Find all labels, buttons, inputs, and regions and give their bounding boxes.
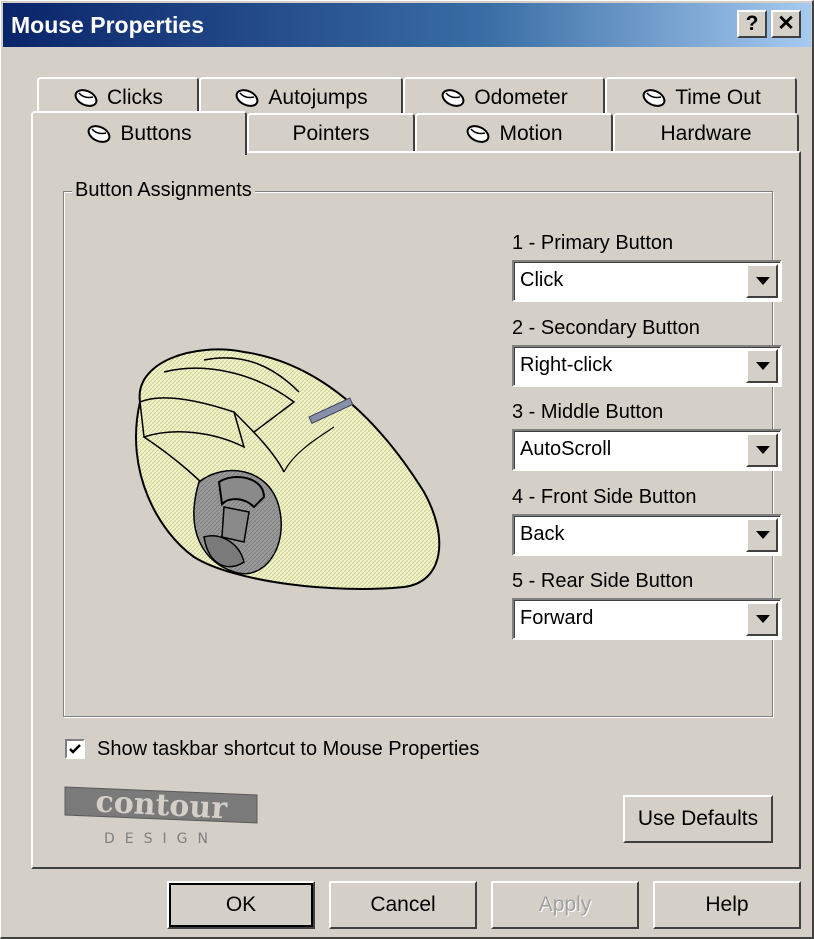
checkmark-icon: [69, 744, 81, 754]
taskbar-shortcut-label[interactable]: Show taskbar shortcut to Mouse Propertie…: [97, 738, 479, 761]
select-value: Forward: [520, 607, 594, 629]
select-value: AutoScroll: [520, 438, 612, 460]
contour-logo-graphic: contour DESIGN: [64, 785, 258, 847]
cancel-button[interactable]: Cancel: [329, 881, 477, 929]
primary-button-label: 1 - Primary Button: [512, 232, 674, 254]
tab-buttons[interactable]: Buttons: [31, 111, 247, 155]
tab-time-out[interactable]: Time Out: [605, 77, 797, 117]
taskbar-shortcut-checkbox[interactable]: [65, 739, 85, 759]
contour-mouse-illustration: [135, 348, 441, 590]
tab-label: Pointers: [292, 122, 370, 145]
chevron-down-icon[interactable]: [746, 433, 778, 467]
chevron-down-icon[interactable]: [746, 518, 778, 552]
mouse-icon: [74, 89, 98, 107]
mouse-properties-window: Mouse Properties ? ✕ Clicks Autojumps Od…: [0, 0, 814, 939]
button-assignments-group: Button Assignments 1 - Primary Button Cl…: [63, 179, 782, 717]
tab-hardware[interactable]: Hardware: [613, 113, 799, 153]
apply-label: Apply: [538, 893, 592, 916]
front-side-button-select[interactable]: Back: [512, 514, 782, 556]
tab-label: Hardware: [660, 122, 752, 145]
help-title-button[interactable]: ?: [737, 10, 767, 38]
chevron-down-icon[interactable]: [746, 349, 778, 383]
tab-label: Autojumps: [268, 86, 368, 109]
chevron-down-icon[interactable]: [746, 602, 778, 636]
help-label: Help: [705, 893, 749, 916]
select-value: Back: [520, 523, 565, 545]
tab-label: Odometer: [474, 86, 568, 109]
secondary-button-label: 2 - Secondary Button: [512, 317, 700, 339]
tab-motion[interactable]: Motion: [415, 113, 613, 153]
ok-button[interactable]: OK: [167, 881, 315, 929]
mouse-icon: [441, 89, 465, 107]
mouse-icon: [642, 89, 666, 107]
title-bar[interactable]: Mouse Properties ? ✕: [3, 3, 811, 47]
group-title: Button Assignments: [72, 179, 255, 202]
tab-pointers[interactable]: Pointers: [247, 113, 415, 153]
middle-button-select[interactable]: AutoScroll: [512, 429, 782, 471]
select-value: Click: [520, 269, 564, 291]
mouse-icon: [467, 125, 490, 143]
contour-design-logo: contour DESIGN: [61, 781, 261, 857]
close-button[interactable]: ✕: [771, 10, 801, 38]
tab-label: Buttons: [120, 122, 192, 145]
use-defaults-button[interactable]: Use Defaults: [623, 795, 773, 843]
tab-label: Time Out: [675, 86, 761, 109]
primary-button-select[interactable]: Click: [512, 260, 782, 302]
front-side-button-label: 4 - Front Side Button: [512, 486, 697, 508]
chevron-down-icon[interactable]: [746, 264, 778, 298]
window-title: Mouse Properties: [11, 12, 204, 38]
cancel-label: Cancel: [370, 893, 436, 916]
mouse-icon: [235, 89, 259, 107]
rear-side-button-select[interactable]: Forward: [512, 598, 782, 640]
logo-brand-text: contour: [95, 785, 229, 827]
use-defaults-label: Use Defaults: [637, 807, 759, 830]
tab-label: Clicks: [107, 86, 163, 109]
logo-sub-text: DESIGN: [104, 831, 218, 847]
select-value: Right-click: [520, 354, 613, 376]
ok-label: OK: [225, 893, 257, 916]
apply-button[interactable]: Apply: [491, 881, 639, 929]
secondary-button-select[interactable]: Right-click: [512, 345, 782, 387]
middle-button-label: 3 - Middle Button: [512, 401, 664, 423]
buttons-tab-panel: Button Assignments 1 - Primary Button Cl…: [31, 151, 801, 869]
help-button[interactable]: Help: [653, 881, 801, 929]
tab-odometer[interactable]: Odometer: [403, 77, 605, 117]
mouse-icon: [87, 125, 111, 143]
tab-label: Motion: [499, 122, 563, 145]
rear-side-button-label: 5 - Rear Side Button: [512, 570, 694, 592]
